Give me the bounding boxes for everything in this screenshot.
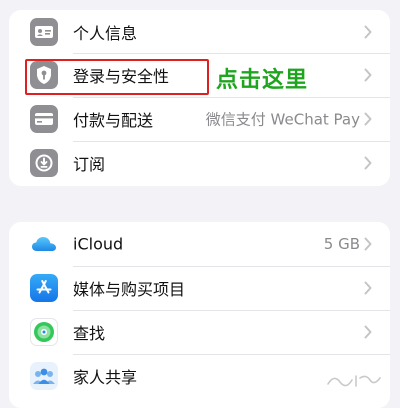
chevron-right-icon — [364, 25, 372, 38]
chevron-right-icon — [364, 68, 372, 82]
row-subscriptions[interactable]: 订阅 — [9, 141, 390, 185]
cloud-icon — [30, 230, 58, 258]
annotation-text: 点击这里 — [216, 68, 309, 93]
highlight-box — [25, 59, 209, 95]
icloud-storage-value: 5 GB — [323, 235, 360, 253]
row-media-purchases[interactable]: 媒体与购买项目 — [9, 266, 390, 310]
watermark-logo — [327, 375, 381, 387]
family-icon — [30, 362, 58, 390]
chevron-right-icon — [364, 156, 372, 170]
row-find-my[interactable]: 查找 — [9, 310, 390, 354]
row-label: 付款与配送 — [73, 111, 154, 130]
row-icloud[interactable]: iCloud 5 GB — [9, 222, 390, 266]
row-label: 个人信息 — [73, 23, 138, 43]
row-label: 家人共享 — [73, 368, 138, 387]
row-label: 媒体与购买项目 — [73, 280, 186, 299]
chevron-right-icon — [364, 281, 372, 295]
chevron-right-icon — [364, 112, 372, 126]
account-settings-group: 个人信息 登录与安全性 付款与配送 微信支付 WeChat Pay 订阅 — [9, 10, 390, 186]
row-personal-info[interactable]: 个人信息 — [9, 10, 390, 53]
chevron-right-icon — [364, 325, 372, 339]
chevron-right-icon — [364, 237, 372, 251]
find-my-icon — [30, 318, 58, 346]
app-store-icon — [30, 274, 58, 302]
credit-card-icon — [30, 105, 58, 133]
row-payment-shipping[interactable]: 付款与配送 微信支付 WeChat Pay — [9, 97, 390, 141]
row-label: iCloud — [73, 234, 124, 254]
subscription-icon — [30, 149, 58, 177]
row-label: 查找 — [73, 324, 106, 343]
row-label: 订阅 — [73, 155, 106, 174]
payment-method-value: 微信支付 WeChat Pay — [205, 110, 360, 129]
id-card-icon — [30, 17, 58, 46]
